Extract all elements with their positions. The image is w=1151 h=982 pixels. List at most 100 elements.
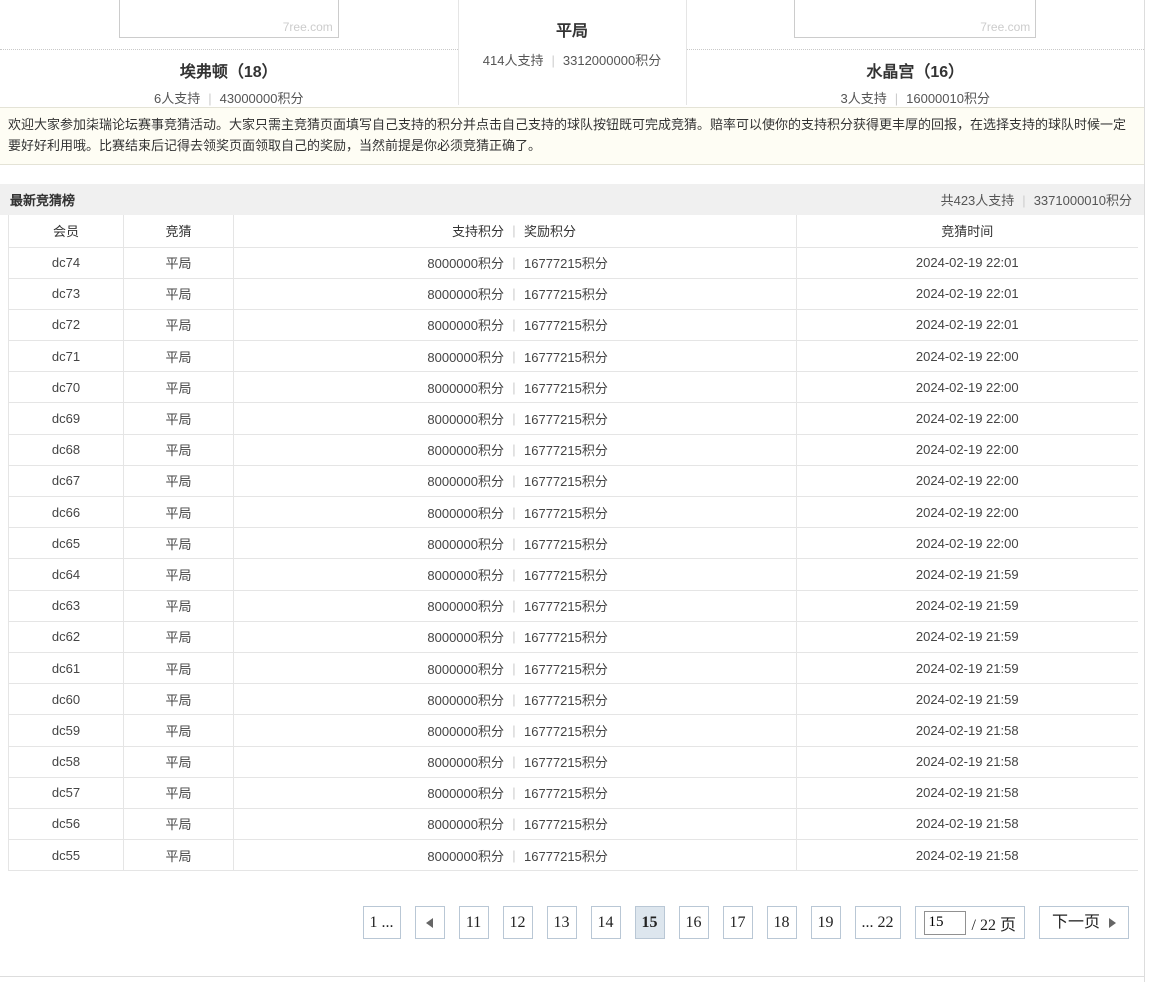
- away-team-name: 水晶宫（16）: [687, 58, 1145, 82]
- draw-points: 3312000000积分: [563, 53, 661, 68]
- member-cell: dc58: [9, 746, 124, 777]
- support-points: 8000000积分: [234, 814, 504, 833]
- reward-points: 16777215积分: [524, 440, 608, 459]
- reward-points: 16777215积分: [524, 347, 608, 366]
- points-cell: 8000000积分|16777215积分: [234, 590, 797, 621]
- time-cell: 2024-02-19 21:58: [797, 715, 1138, 746]
- points-cell: 8000000积分|16777215积分: [234, 808, 797, 839]
- table-row: dc64平局8000000积分|16777215积分2024-02-19 21:…: [9, 559, 1138, 590]
- bet-cell: 平局: [124, 715, 234, 746]
- time-cell: 2024-02-19 22:00: [797, 528, 1138, 559]
- home-points: 43000000积分: [220, 91, 304, 106]
- prev-page-button[interactable]: [415, 906, 445, 939]
- time-cell: 2024-02-19 22:00: [797, 372, 1138, 403]
- page-button-last[interactable]: ... 22: [855, 906, 901, 939]
- member-cell: dc60: [9, 684, 124, 715]
- member-cell: dc74: [9, 247, 124, 278]
- points-separator: |: [504, 317, 524, 332]
- page-button-14[interactable]: 14: [591, 906, 621, 939]
- home-team-section: 7ree.com 埃弗顿（18） 6人支持|43000000积分: [0, 0, 458, 107]
- member-cell: dc68: [9, 434, 124, 465]
- away-points: 16000010积分: [906, 91, 990, 106]
- points-separator: |: [504, 848, 524, 863]
- points-separator: |: [504, 473, 524, 488]
- points-separator: |: [504, 349, 524, 364]
- member-cell: dc62: [9, 621, 124, 652]
- bet-cell: 平局: [124, 403, 234, 434]
- table-row: dc58平局8000000积分|16777215积分2024-02-19 21:…: [9, 746, 1138, 777]
- support-points: 8000000积分: [234, 752, 504, 771]
- stats-separator: |: [1022, 193, 1025, 208]
- points-separator: |: [504, 785, 524, 800]
- page-button-16[interactable]: 16: [679, 906, 709, 939]
- reward-points: 16777215积分: [524, 315, 608, 334]
- reward-points: 16777215积分: [524, 783, 608, 802]
- table-row: dc59平局8000000积分|16777215积分2024-02-19 21:…: [9, 715, 1138, 746]
- reward-points: 16777215积分: [524, 814, 608, 833]
- time-cell: 2024-02-19 22:01: [797, 278, 1138, 309]
- page-button-15[interactable]: 15: [635, 906, 665, 939]
- bet-cell: 平局: [124, 684, 234, 715]
- reward-points: 16777215积分: [524, 471, 608, 490]
- table-row: dc61平局8000000积分|16777215积分2024-02-19 21:…: [9, 652, 1138, 683]
- support-points: 8000000积分: [234, 440, 504, 459]
- member-cell: dc69: [9, 403, 124, 434]
- points-separator: |: [504, 598, 524, 613]
- page-jump-input[interactable]: [924, 911, 966, 935]
- reward-points: 16777215积分: [524, 565, 608, 584]
- support-points: 8000000积分: [234, 378, 504, 397]
- points-separator: |: [504, 286, 524, 301]
- time-cell: 2024-02-19 22:00: [797, 403, 1138, 434]
- reward-points: 16777215积分: [524, 503, 608, 522]
- page-button-first[interactable]: 1 ...: [363, 906, 401, 939]
- points-cell: 8000000积分|16777215积分: [234, 341, 797, 372]
- total-supporters: 共423人支持: [941, 193, 1015, 208]
- table-row: dc74平局8000000积分|16777215积分2024-02-19 22:…: [9, 247, 1138, 278]
- member-cell: dc73: [9, 278, 124, 309]
- member-cell: dc71: [9, 341, 124, 372]
- page-button-19[interactable]: 19: [811, 906, 841, 939]
- next-page-button[interactable]: 下一页: [1039, 906, 1129, 939]
- bet-cell: 平局: [124, 278, 234, 309]
- table-row: dc69平局8000000积分|16777215积分2024-02-19 22:…: [9, 403, 1138, 434]
- pagination: 1 ... 111213141516171819 ... 22 / 22 页 下…: [0, 906, 1129, 939]
- member-cell: dc55: [9, 840, 124, 871]
- table-row: dc65平局8000000积分|16777215积分2024-02-19 22:…: [9, 528, 1138, 559]
- reward-points: 16777215积分: [524, 659, 608, 678]
- time-cell: 2024-02-19 21:59: [797, 621, 1138, 652]
- page-button-18[interactable]: 18: [767, 906, 797, 939]
- time-cell: 2024-02-19 21:59: [797, 652, 1138, 683]
- draw-section: 平局 414人支持|3312000000积分: [458, 0, 687, 105]
- page-button-11[interactable]: 11: [459, 906, 489, 939]
- page-button-12[interactable]: 12: [503, 906, 533, 939]
- time-cell: 2024-02-19 22:00: [797, 465, 1138, 496]
- points-separator: |: [504, 255, 524, 270]
- points-cell: 8000000积分|16777215积分: [234, 372, 797, 403]
- support-points: 8000000积分: [234, 565, 504, 584]
- points-cell: 8000000积分|16777215积分: [234, 840, 797, 871]
- points-separator: |: [504, 536, 524, 551]
- points-separator: |: [504, 442, 524, 457]
- points-separator: |: [504, 754, 524, 769]
- points-cell: 8000000积分|16777215积分: [234, 247, 797, 278]
- page-button-13[interactable]: 13: [547, 906, 577, 939]
- page-button-17[interactable]: 17: [723, 906, 753, 939]
- stats-separator: |: [552, 53, 555, 68]
- bet-cell: 平局: [124, 372, 234, 403]
- reward-points: 16777215积分: [524, 846, 608, 865]
- member-cell: dc59: [9, 715, 124, 746]
- reward-points: 16777215积分: [524, 409, 608, 428]
- time-cell: 2024-02-19 22:01: [797, 309, 1138, 340]
- support-points: 8000000积分: [234, 315, 504, 334]
- support-points: 8000000积分: [234, 347, 504, 366]
- member-cell: dc67: [9, 465, 124, 496]
- points-separator: |: [504, 661, 524, 676]
- bet-cell: 平局: [124, 652, 234, 683]
- member-cell: dc56: [9, 808, 124, 839]
- table-body: dc74平局8000000积分|16777215积分2024-02-19 22:…: [9, 247, 1138, 871]
- bet-cell: 平局: [124, 247, 234, 278]
- points-separator: |: [504, 505, 524, 520]
- bet-cell: 平局: [124, 840, 234, 871]
- support-points: 8000000积分: [234, 409, 504, 428]
- points-cell: 8000000积分|16777215积分: [234, 746, 797, 777]
